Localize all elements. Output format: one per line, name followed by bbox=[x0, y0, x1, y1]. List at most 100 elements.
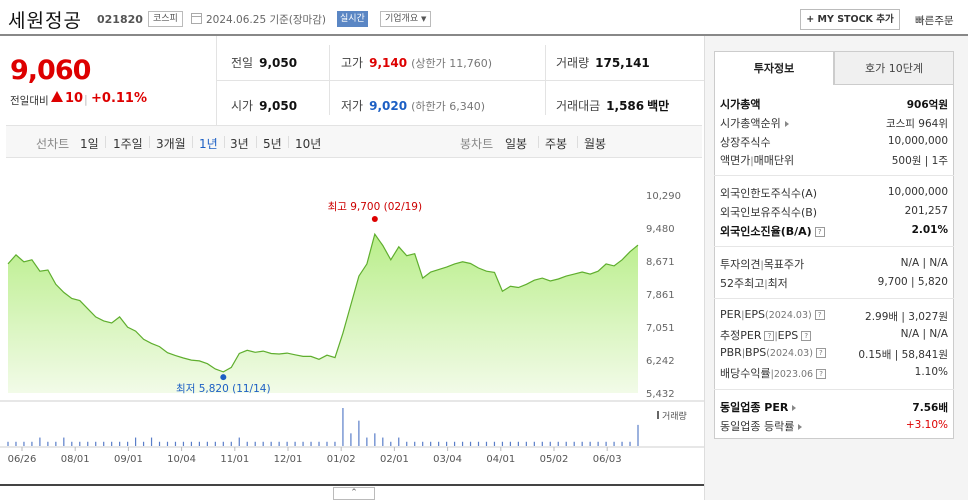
tab-1d[interactable]: 1일 bbox=[80, 135, 99, 152]
max-label: 최고 9,700 (02/19) bbox=[328, 201, 423, 213]
tab-weekly[interactable]: 주봉 bbox=[545, 135, 567, 152]
bps-label: BPS bbox=[745, 346, 767, 359]
help-icon[interactable]: ? bbox=[801, 331, 812, 341]
pbr-bps-value: 0.15배 | 58,841원 bbox=[858, 349, 948, 361]
tab-daily[interactable]: 일봉 bbox=[505, 135, 527, 152]
per-eps-label: PER|EPS(2024.03)? bbox=[720, 308, 825, 321]
dividend-label-row: 배당수익률|2023.06? bbox=[720, 365, 827, 381]
per-label: PER bbox=[720, 308, 742, 321]
volume-bar bbox=[390, 441, 392, 446]
tab-3y[interactable]: 3년 bbox=[230, 135, 249, 152]
dividend-value: 1.10% bbox=[914, 366, 948, 378]
week52-high-label: 52주최고 bbox=[720, 277, 765, 290]
fast-order-link[interactable]: 빠른주문 bbox=[915, 13, 954, 28]
volume-bar bbox=[605, 441, 607, 446]
high-label: 고가 bbox=[341, 56, 364, 70]
y-tick-label: 5,432 bbox=[646, 389, 675, 400]
market-cap-rank-link[interactable]: 시가총액순위 bbox=[720, 115, 789, 131]
stock-name[interactable]: 세원정공 bbox=[8, 6, 82, 33]
volume-bar bbox=[414, 441, 416, 446]
tab-separator bbox=[105, 136, 106, 148]
stock-code: 021820 bbox=[97, 13, 143, 26]
realtime-button[interactable]: 실시간 bbox=[337, 11, 368, 27]
volume-bar bbox=[174, 441, 177, 446]
volume-bar bbox=[613, 441, 615, 446]
volume-bar bbox=[47, 441, 49, 446]
volume-bar bbox=[557, 441, 559, 446]
tab-3m[interactable]: 3개월 bbox=[156, 135, 186, 152]
volume-bar bbox=[71, 441, 73, 446]
volume-bar bbox=[581, 441, 583, 446]
volume-bar bbox=[469, 441, 472, 446]
volume-bar bbox=[7, 441, 9, 446]
high-value: 9,140 bbox=[369, 56, 408, 70]
tab-10y[interactable]: 10년 bbox=[295, 135, 321, 152]
volume-bar bbox=[517, 441, 519, 446]
tab-1w[interactable]: 1주일 bbox=[113, 135, 143, 152]
est-per-eps-label: 추정PER? |EPS? bbox=[720, 327, 812, 343]
candle-chart-label: 봉차트 bbox=[460, 137, 494, 151]
tab-investment-info[interactable]: 투자정보 bbox=[714, 51, 834, 85]
market-cap-rank-label: 시가총액순위 bbox=[720, 117, 781, 130]
my-stock-add-button[interactable]: + MY STOCK 추가 bbox=[800, 9, 900, 30]
y-tick-label: 7,861 bbox=[646, 290, 675, 301]
help-icon[interactable]: ? bbox=[764, 331, 775, 341]
est-per-label: 추정PER bbox=[720, 329, 762, 342]
dividend-label: 배당수익률 bbox=[720, 367, 771, 380]
volume-bar bbox=[15, 441, 17, 446]
open-label: 시가 bbox=[231, 99, 254, 113]
y-tick-label: 6,242 bbox=[646, 356, 675, 367]
help-icon[interactable]: ? bbox=[815, 348, 826, 358]
change-value: 10 bbox=[65, 91, 84, 106]
help-icon[interactable]: ? bbox=[814, 310, 825, 320]
eps-period: (2024.03) bbox=[765, 310, 812, 321]
tab-5y[interactable]: 5년 bbox=[263, 135, 282, 152]
help-icon[interactable]: ? bbox=[816, 369, 827, 379]
volume-legend: 거래량 bbox=[662, 410, 687, 422]
volume-bar bbox=[573, 441, 575, 446]
est-eps-label: EPS bbox=[777, 329, 799, 342]
volume-bar bbox=[597, 441, 599, 446]
open-value: 9,050 bbox=[259, 99, 298, 113]
volume-bar bbox=[206, 441, 208, 446]
volume-bar bbox=[182, 441, 185, 446]
volume-bar bbox=[374, 433, 376, 446]
change-label: 전일대비 bbox=[10, 95, 49, 107]
tab-orderbook[interactable]: 호가 10단계 bbox=[834, 51, 954, 85]
divider bbox=[714, 246, 954, 247]
stock-header: 세원정공 021820 코스피 2024.06.25 기준(장마감) 실시간 기… bbox=[0, 0, 968, 36]
volume-bar bbox=[302, 441, 304, 446]
volume-bar bbox=[270, 441, 272, 446]
divider bbox=[714, 389, 954, 390]
tab-monthly[interactable]: 월봉 bbox=[584, 135, 606, 152]
foreign-ratio-row: 외국인소진율(B/A)? bbox=[720, 223, 825, 239]
volume: 거래량 175,141 bbox=[556, 54, 650, 71]
x-tick-label: 03/04 bbox=[433, 454, 462, 465]
quote-date: 2024.06.25 기준(장마감) bbox=[206, 14, 326, 26]
help-icon[interactable]: ? bbox=[814, 227, 825, 237]
x-tick-label: 02/01 bbox=[380, 454, 409, 465]
volume-bar bbox=[55, 441, 57, 446]
volume-bar bbox=[111, 441, 113, 446]
sector-rate-label: 동일업종 등락률 bbox=[720, 420, 795, 433]
volume-bar bbox=[95, 441, 97, 446]
tab-1y[interactable]: 1년 bbox=[199, 135, 218, 152]
prev-close-label: 전일 bbox=[231, 56, 254, 70]
price-chart[interactable]: 10,290 9,480 8,671 7,861 7,051 6,242 5,432 최고 9… bbox=[0, 158, 704, 488]
market-badge: 코스피 bbox=[148, 11, 183, 27]
foreign-hold-label: 외국인보유주식수(B) bbox=[720, 206, 818, 219]
tab-separator bbox=[192, 136, 193, 148]
divider bbox=[714, 298, 954, 299]
collapse-chart-button[interactable]: ⌃ bbox=[333, 487, 375, 500]
per-eps-value: 2.99배 | 3,027원 bbox=[865, 311, 948, 323]
market-cap-rank-value: 코스피 964위 bbox=[885, 118, 948, 130]
volume-bar bbox=[39, 437, 41, 446]
volume-bar bbox=[453, 441, 456, 446]
volume-bar bbox=[637, 424, 639, 446]
company-info-dropdown[interactable]: 기업개요 ▼ bbox=[380, 11, 432, 27]
volume-value: 175,141 bbox=[595, 56, 650, 70]
volume-bar bbox=[461, 441, 464, 446]
sector-per-link[interactable]: 동일업종 PER bbox=[720, 399, 797, 415]
foreign-limit-value: 10,000,000 bbox=[887, 186, 948, 198]
sector-rate-link[interactable]: 동일업종 등락률 bbox=[720, 418, 803, 434]
